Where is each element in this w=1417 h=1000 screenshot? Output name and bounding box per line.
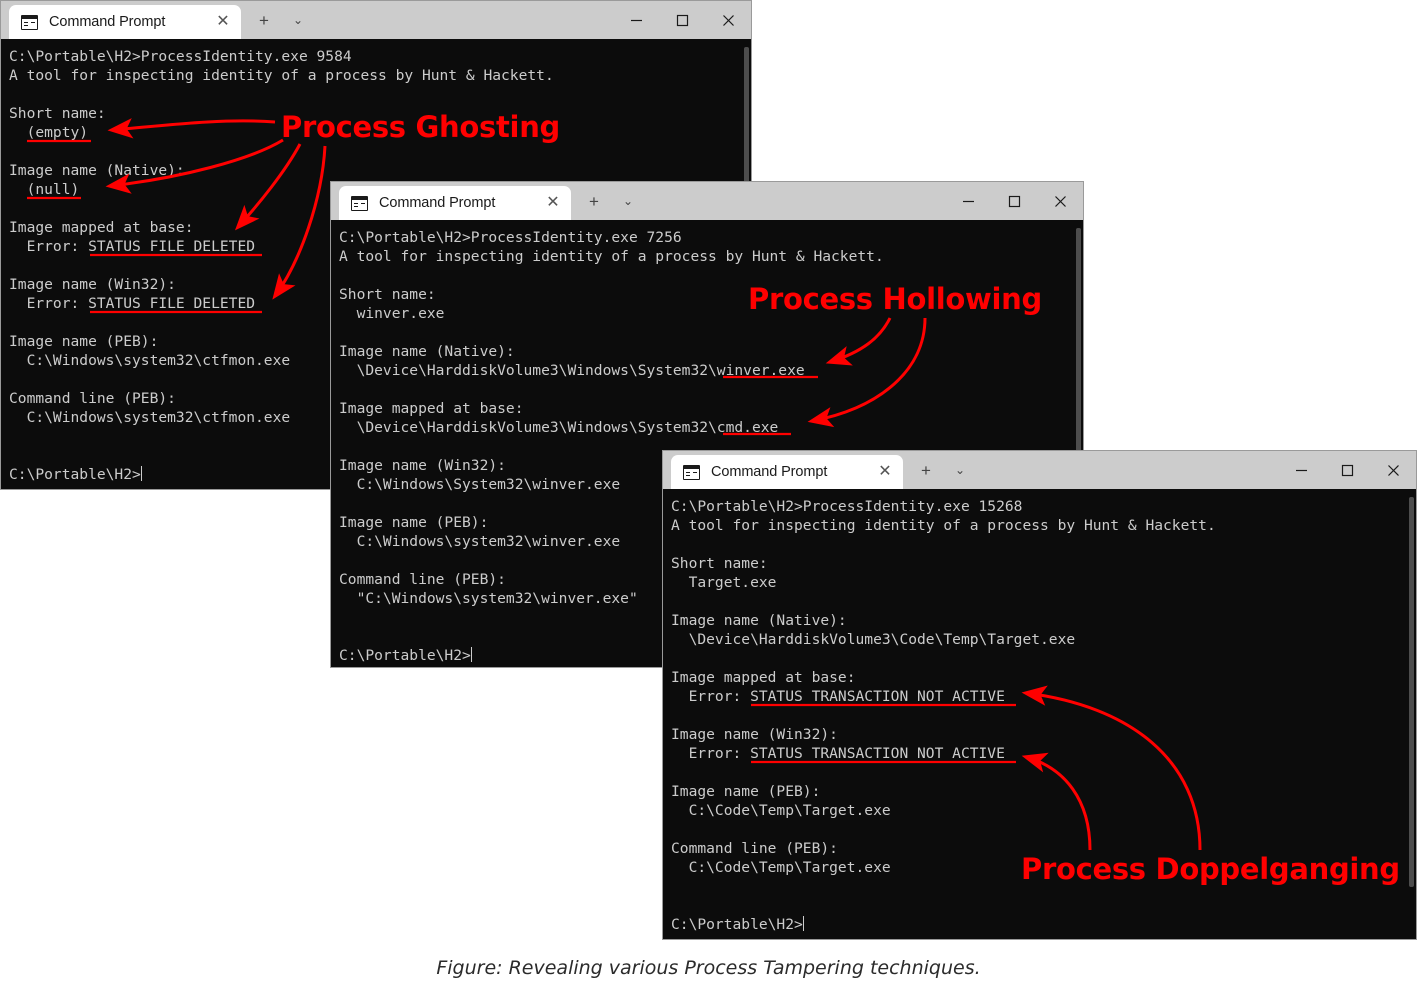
close-window-icon[interactable] xyxy=(1370,451,1416,489)
new-tab-icon[interactable]: + xyxy=(247,1,281,39)
figure-caption: Figure: Revealing various Process Tamper… xyxy=(436,957,981,979)
terminal-text: C:\Portable\H2>ProcessIdentity.exe 15268… xyxy=(671,498,1216,876)
maximize-icon[interactable] xyxy=(1324,451,1370,489)
window-controls xyxy=(945,182,1083,220)
window-controls xyxy=(613,1,751,39)
tab-title: Command Prompt xyxy=(379,195,496,211)
minimize-icon[interactable] xyxy=(945,182,991,220)
annotation-label-process-doppelganging: Process Doppelganging xyxy=(1021,852,1400,886)
window-controls xyxy=(1278,451,1416,489)
close-tab-icon[interactable]: ✕ xyxy=(539,189,567,217)
vertical-scrollbar[interactable] xyxy=(1409,497,1414,887)
tab-controls: + ⌄ xyxy=(577,182,645,220)
cmd-icon xyxy=(21,14,38,30)
close-tab-icon[interactable]: ✕ xyxy=(871,458,899,486)
cmd-icon xyxy=(351,195,368,211)
window-titlebar[interactable]: Command Prompt ✕ + ⌄ xyxy=(331,182,1083,220)
tab-command-prompt[interactable]: Command Prompt ✕ xyxy=(671,455,903,489)
terminal-prompt: C:\Portable\H2> xyxy=(9,466,141,483)
window-titlebar[interactable]: Command Prompt ✕ + ⌄ xyxy=(663,451,1416,489)
tab-title: Command Prompt xyxy=(49,14,166,30)
minimize-icon[interactable] xyxy=(613,1,659,39)
terminal-prompt: C:\Portable\H2> xyxy=(339,647,471,664)
cursor-caret xyxy=(140,466,143,481)
chevron-down-icon[interactable]: ⌄ xyxy=(611,182,645,220)
new-tab-icon[interactable]: + xyxy=(909,451,943,489)
annotation-label-process-ghosting: Process Ghosting xyxy=(281,110,560,144)
cursor-caret xyxy=(802,916,805,931)
cmd-icon xyxy=(683,464,700,480)
close-tab-icon[interactable]: ✕ xyxy=(209,8,237,36)
tab-controls: + ⌄ xyxy=(247,1,315,39)
tab-command-prompt[interactable]: Command Prompt ✕ xyxy=(9,5,241,39)
minimize-icon[interactable] xyxy=(1278,451,1324,489)
tab-command-prompt[interactable]: Command Prompt ✕ xyxy=(339,186,571,220)
close-window-icon[interactable] xyxy=(1037,182,1083,220)
maximize-icon[interactable] xyxy=(991,182,1037,220)
figure-canvas: Command Prompt ✕ + ⌄ C:\Portable\H2>Proc… xyxy=(0,0,1417,1000)
maximize-icon[interactable] xyxy=(659,1,705,39)
cursor-caret xyxy=(470,647,473,662)
annotation-label-process-hollowing: Process Hollowing xyxy=(748,282,1042,316)
window-titlebar[interactable]: Command Prompt ✕ + ⌄ xyxy=(1,1,751,39)
terminal-prompt: C:\Portable\H2> xyxy=(671,916,803,933)
chevron-down-icon[interactable]: ⌄ xyxy=(281,1,315,39)
new-tab-icon[interactable]: + xyxy=(577,182,611,220)
close-window-icon[interactable] xyxy=(705,1,751,39)
tab-controls: + ⌄ xyxy=(909,451,977,489)
chevron-down-icon[interactable]: ⌄ xyxy=(943,451,977,489)
tab-title: Command Prompt xyxy=(711,464,828,480)
